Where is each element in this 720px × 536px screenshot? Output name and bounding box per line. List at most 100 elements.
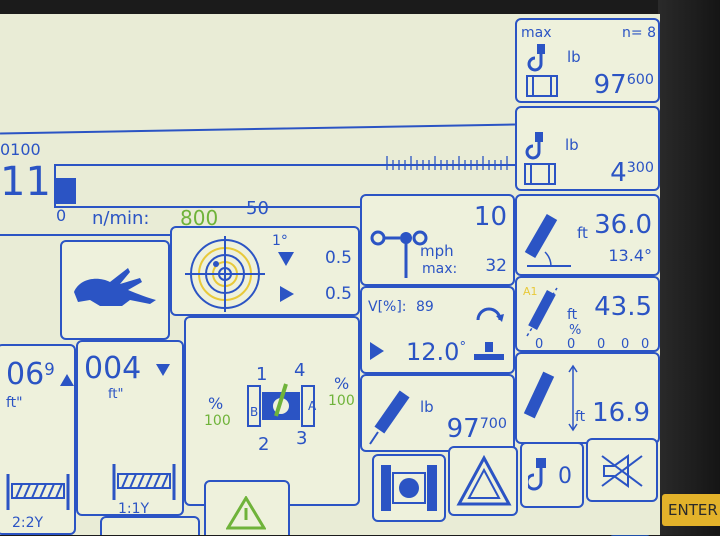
current-load-main: 4	[610, 158, 627, 188]
load-max-panel: max n= 8 lb 97600	[515, 18, 660, 103]
wind-max-label: max:	[422, 261, 458, 277]
wind-max-value: 32	[485, 256, 507, 276]
tilt-value-2: 0.5	[324, 284, 352, 304]
extension-digit-3: 0	[621, 337, 630, 352]
chassis-top-icon	[381, 465, 437, 511]
winch-2-up-arrow	[60, 374, 74, 386]
tilt-value-1: 0.5	[324, 248, 352, 268]
slew-pct: 89	[416, 299, 434, 315]
boom-unit: ft	[577, 224, 588, 242]
hook-load-icon	[524, 132, 556, 185]
outrigger-pct-right: %	[334, 374, 350, 393]
winch-1-unit: ft"	[108, 387, 124, 402]
telescope-icon	[526, 287, 558, 337]
bottom-left-tab[interactable]	[100, 516, 200, 535]
hook-height-icon	[523, 364, 578, 432]
outrigger-val-right: 100	[328, 393, 355, 409]
winch-drum-icon	[112, 464, 176, 500]
warning-triangle-icon	[456, 454, 512, 506]
rotate-arrow-icon	[476, 307, 504, 322]
max-load-sup: 600	[626, 72, 654, 89]
winch-2-main: 06	[6, 357, 45, 392]
mute-button[interactable]	[586, 438, 658, 502]
display-bezel: F8 ENTER	[610, 0, 720, 536]
boom-load-icon	[369, 390, 410, 445]
outrigger-pct-left: %	[208, 394, 224, 413]
load-moment-sup: 700	[479, 416, 507, 433]
outrigger-n2: 2	[258, 434, 270, 455]
wind-value: 10	[473, 202, 507, 232]
gauge-top-left: 0100	[0, 140, 41, 159]
hook-load-icon	[526, 44, 558, 97]
winch-2-sup: 9	[44, 359, 55, 379]
alert-button[interactable]	[204, 480, 290, 535]
extension-panel: A1 ft % 43.5 0 0 0 0 0	[515, 276, 660, 352]
boom-angle-icon	[524, 213, 571, 267]
winch-drum-icon	[6, 474, 70, 510]
nmin-value: 800	[180, 206, 219, 230]
tilt-down-arrow	[278, 252, 294, 266]
outrigger-label-b: B	[250, 405, 259, 419]
outrigger-n3: 3	[296, 428, 308, 449]
extension-value: 43.5	[594, 292, 652, 322]
extension-digit-1: 0	[567, 337, 576, 352]
slew-angle-value: 12.0°	[406, 340, 466, 364]
gauge-scale-ticks	[386, 156, 508, 170]
extension-digit-0: 0	[535, 337, 544, 352]
boom-length-panel: ft 36.0 13.4°	[515, 194, 660, 276]
outrigger-label-a: A	[308, 399, 317, 413]
winch-2-unit: ft"	[6, 395, 23, 411]
slew-label: V[%]:	[368, 299, 407, 315]
slew-deg: °	[459, 340, 467, 356]
max-load-value: 97600	[594, 72, 654, 98]
max-unit: lb	[567, 48, 581, 66]
winch-2-value: 069	[6, 360, 55, 390]
load-current-panel: lb 4300	[515, 106, 660, 191]
max-load-main: 97	[593, 70, 627, 100]
boom-angle-value: 13.4°	[608, 246, 652, 265]
sample-count: n= 8	[622, 25, 656, 41]
winch-1-foot: 1:1Y	[118, 501, 150, 517]
gauge-left-value: 11	[0, 159, 51, 205]
slew-play-arrow	[370, 342, 384, 360]
height-value: 16.9	[592, 398, 650, 428]
speed-mode-button[interactable]	[60, 240, 170, 340]
slew-panel: V[%]: 89 12.0°	[360, 286, 515, 374]
current-load-value: 4300	[610, 160, 654, 186]
height-panel: ft 16.9	[515, 352, 660, 444]
extension-digit-2: 0	[597, 337, 606, 352]
speaker-muted-icon	[601, 454, 643, 488]
current-unit: lb	[565, 136, 579, 154]
load-moment-value: 97700	[447, 416, 507, 442]
target-level-panel: 1° 0.5 0.5	[170, 226, 360, 316]
height-unit: ft	[575, 409, 586, 425]
tilt-right-arrow	[280, 286, 294, 302]
target-crosshair-icon	[185, 236, 265, 312]
hook-reset-button[interactable]: 0	[520, 442, 584, 508]
nmin-label: n/min:	[92, 208, 150, 229]
warning-green-icon	[226, 496, 266, 530]
current-load-sup: 300	[626, 160, 654, 177]
outrigger-n4: 4	[294, 360, 306, 381]
tilt-label: 1°	[272, 233, 288, 249]
tick-50: 50	[246, 198, 269, 219]
extension-digit-4: 0	[641, 337, 650, 352]
enter-key[interactable]: ENTER	[662, 494, 720, 526]
rabbit-icon	[74, 268, 156, 306]
hook-icon	[528, 458, 546, 491]
winch-2-panel: 069 ft" 2:2Y	[0, 344, 76, 535]
hook-counter: 0	[558, 464, 572, 489]
outrigger-view-button[interactable]	[372, 454, 446, 522]
warning-button[interactable]	[448, 446, 518, 516]
winch-1-down-arrow	[156, 364, 170, 376]
level-icon	[474, 342, 504, 360]
load-moment-unit: lb	[420, 398, 434, 416]
winch-1-panel: 004 ft" 1:1Y	[76, 340, 184, 516]
boom-length-value: 36.0	[594, 210, 652, 240]
load-moment-panel: lb 97700	[360, 374, 515, 452]
extension-unit: ft	[567, 307, 578, 323]
outrigger-val-left: 100	[204, 413, 231, 429]
tick-0: 0	[56, 206, 67, 225]
wind-unit: mph	[420, 242, 454, 260]
extension-pct: %	[569, 323, 582, 338]
